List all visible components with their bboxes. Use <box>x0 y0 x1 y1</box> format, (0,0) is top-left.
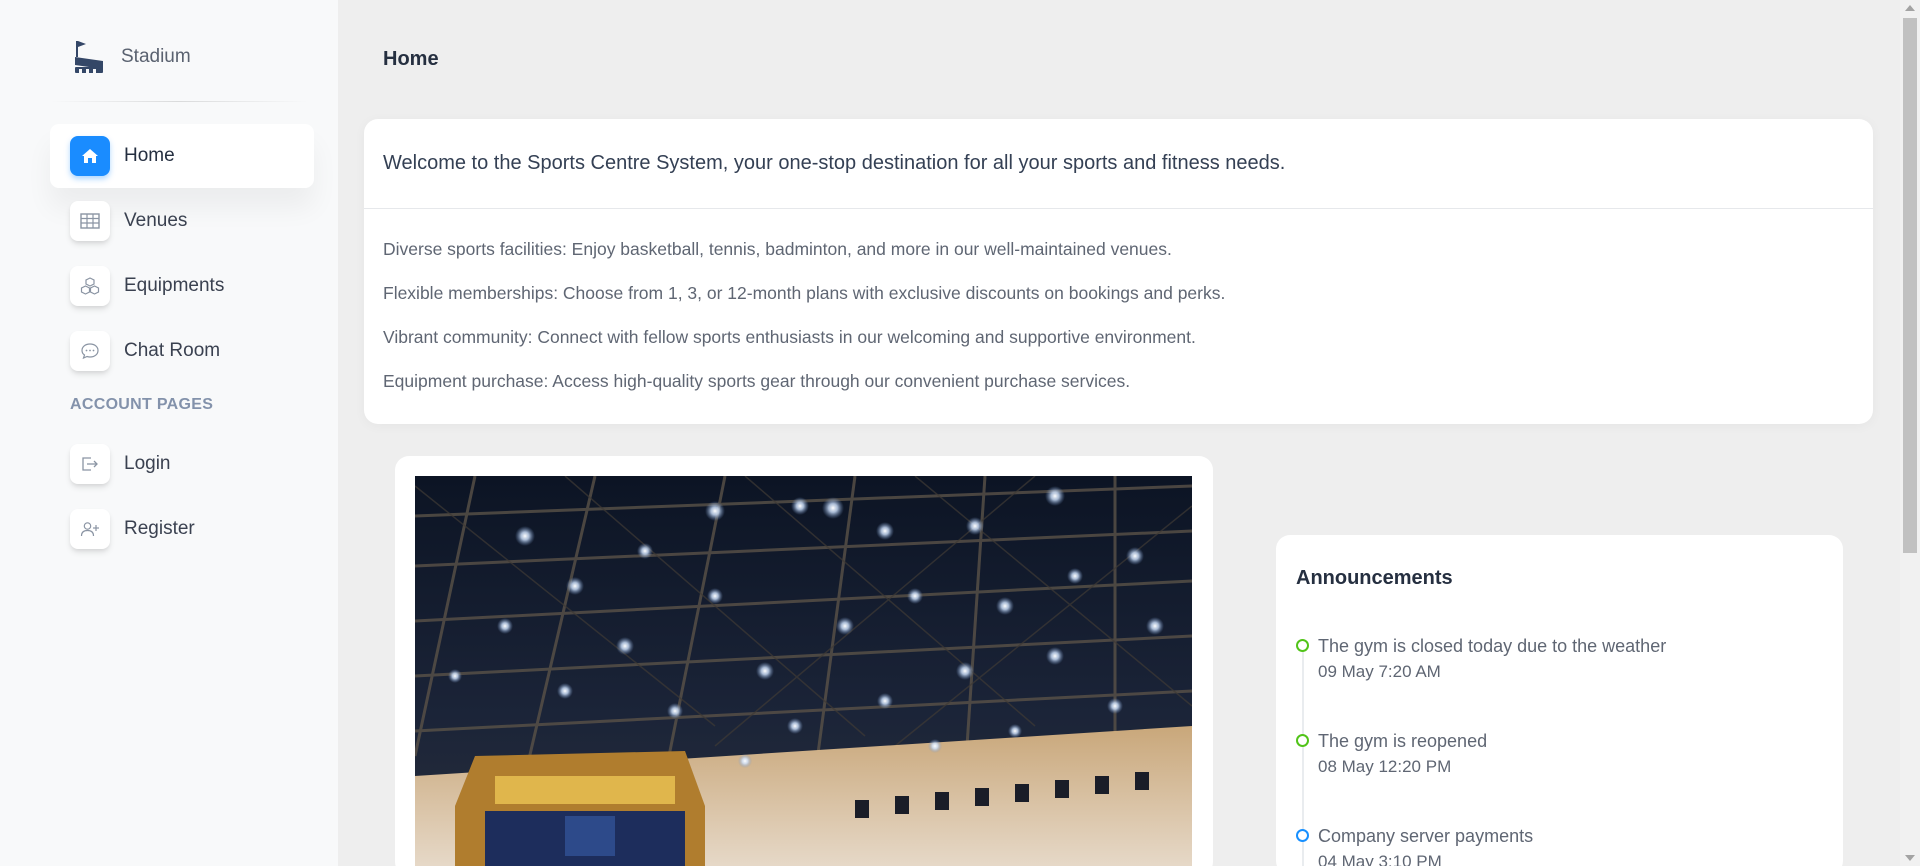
sidebar-item-label: Register <box>124 518 195 539</box>
brand-name: Stadium <box>121 46 191 67</box>
announcement-title: The gym is reopened <box>1318 731 1488 751</box>
sidebar-item-label: Equipments <box>124 275 225 296</box>
chat-icon <box>70 331 110 371</box>
home-icon <box>70 136 110 176</box>
announcement-title: The gym is closed today due to the weath… <box>1318 636 1667 656</box>
sidebar-item-label: Chat Room <box>124 340 221 361</box>
arena-photo <box>415 476 1192 866</box>
welcome-card: Welcome to the Sports Centre System, you… <box>364 119 1873 424</box>
sidebar-item-equipments[interactable]: Equipments <box>50 254 314 318</box>
welcome-heading: Welcome to the Sports Centre System, you… <box>364 119 1873 209</box>
venue-image-card <box>395 456 1213 866</box>
feature-item: Vibrant community: Connect with fellow s… <box>383 327 1196 347</box>
sidebar-item-register[interactable]: Register <box>50 497 314 561</box>
announcements-card: Announcements The gym is closed today du… <box>1276 535 1843 866</box>
feature-list: Diverse sports facilities: Enjoy basketb… <box>364 209 1873 403</box>
table-icon <box>70 201 110 241</box>
feature-item: Diverse sports facilities: Enjoy basketb… <box>383 239 1172 259</box>
announcement-date: 08 May 12:20 PM <box>1318 757 1452 776</box>
scroll-thumb[interactable] <box>1903 18 1917 553</box>
page-title: Home <box>383 48 439 70</box>
brand[interactable]: Stadium <box>72 36 191 78</box>
announcement-title: Company server payments <box>1318 826 1534 846</box>
cubes-icon <box>70 266 110 306</box>
sidebar-item-login[interactable]: Login <box>50 432 314 496</box>
sidebar-item-chat-room[interactable]: Chat Room <box>50 319 314 383</box>
divider <box>50 101 308 102</box>
login-icon <box>70 444 110 484</box>
feature-item: Flexible memberships: Choose from 1, 3, … <box>383 283 1226 303</box>
announcements-title: Announcements <box>1296 567 1453 589</box>
announcement-date: 04 May 3:10 PM <box>1318 852 1442 866</box>
timeline-dot-icon <box>1296 734 1309 747</box>
scroll-down-arrow-icon[interactable] <box>1905 855 1915 861</box>
timeline-dot-icon <box>1296 639 1309 652</box>
sidebar-item-label: Venues <box>124 210 188 231</box>
feature-item: Equipment purchase: Access high-quality … <box>383 371 1131 391</box>
vertical-scrollbar[interactable] <box>1900 0 1920 866</box>
sidebar-item-label: Home <box>124 145 175 166</box>
announcement-date: 09 May 7:20 AM <box>1318 662 1441 681</box>
add-user-icon <box>70 509 110 549</box>
stadium-icon <box>75 41 103 73</box>
sidebar-item-venues[interactable]: Venues <box>50 189 314 253</box>
sidebar: Stadium Home Venues Equipments Chat Room… <box>0 0 338 866</box>
sidebar-item-label: Login <box>124 453 171 474</box>
scroll-up-arrow-icon[interactable] <box>1905 5 1915 11</box>
section-title-account-pages: ACCOUNT PAGES <box>70 396 214 413</box>
arena-illustration <box>415 476 1192 866</box>
sidebar-item-home[interactable]: Home <box>50 124 314 188</box>
timeline-dot-icon <box>1296 829 1309 842</box>
